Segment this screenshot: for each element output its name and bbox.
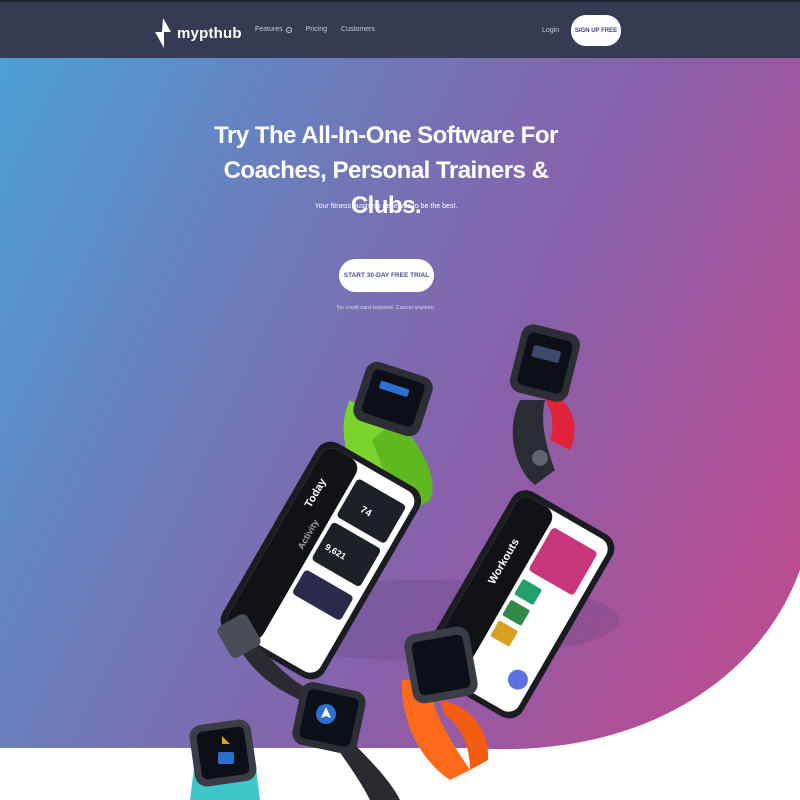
teal-watch-image xyxy=(189,719,260,800)
red-watch-image xyxy=(509,324,581,485)
device-showcase: Today Activity 74 9,621 Workouts xyxy=(189,324,620,800)
landing-page: mypthub Features ⌄ Pricing Customers Log… xyxy=(0,0,800,800)
